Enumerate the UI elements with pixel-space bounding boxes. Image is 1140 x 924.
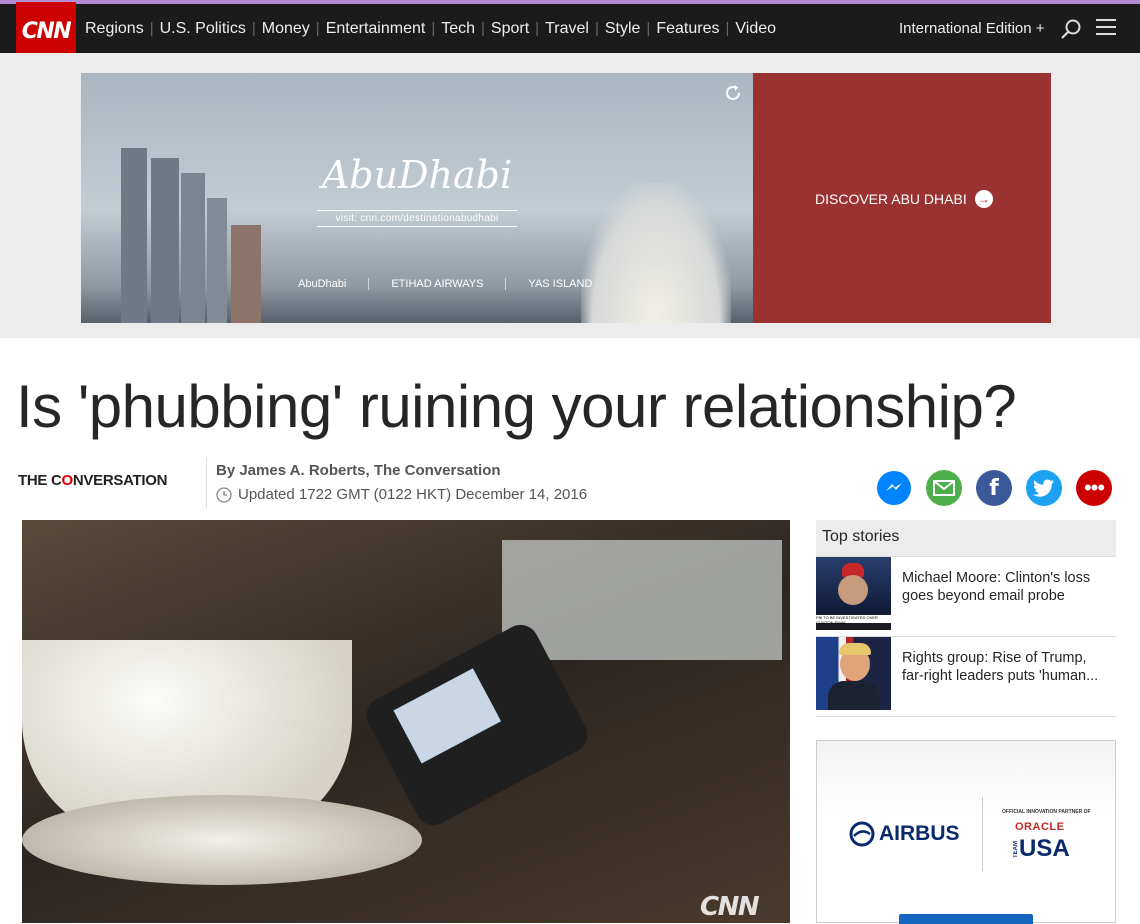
ad-visit-text: visit: cnn.com/destinationabudhabi <box>317 210 517 227</box>
nav-separator: | <box>725 20 730 37</box>
story-headline-link[interactable]: Rights group: Rise of Trump, far-right l… <box>902 649 1112 685</box>
ad-logo-yas: YAS ISLAND <box>528 278 593 290</box>
nav-separator: | <box>251 20 256 37</box>
ad-divider <box>982 797 983 871</box>
nav-link-features[interactable]: Features <box>656 20 719 38</box>
face-shape <box>838 575 868 605</box>
ad-partner-logos: AbuDhabi ETIHAD AIRWAYS YAS ISLAND <box>276 278 614 290</box>
article-byline: By James A. Roberts, The Conversation <box>216 462 501 479</box>
the-conversation-logo[interactable]: THE CONVERSATION <box>18 472 167 489</box>
twitter-icon[interactable] <box>1026 470 1062 506</box>
airbus-swirl-icon <box>849 821 875 847</box>
nav-links: Regions | U.S. Politics | Money | Entertain… <box>85 4 776 53</box>
discover-label: DISCOVER ABU DHABI <box>815 191 967 207</box>
nav-link-regions[interactable]: Regions <box>85 20 144 38</box>
updated-text: Updated 1722 GMT (0122 HKT) December 14,… <box>238 486 588 503</box>
article-timestamp: Updated 1722 GMT (0122 HKT) December 14,… <box>216 486 587 503</box>
airbus-oracle-ad[interactable]: AIRBUS OFFICIAL INNOVATION PARTNER OF OR… <box>816 740 1116 924</box>
top-stories-rail: Top stories FBI TO BE INVESTIGATED OVER … <box>816 520 1116 717</box>
nav-link-money[interactable]: Money <box>262 20 310 38</box>
nav-separator: | <box>535 20 540 37</box>
top-story-item[interactable]: FBI TO BE INVESTIGATED OVER CLINTON EMAI… <box>816 557 1116 637</box>
source-logo-part: THE C <box>18 472 62 489</box>
ad-logo-etihad: ETIHAD AIRWAYS <box>369 278 507 290</box>
arrow-right-icon: → <box>974 190 993 208</box>
nav-link-entertainment[interactable]: Entertainment <box>326 20 426 38</box>
discover-abu-dhabi-link[interactable]: DISCOVER ABU DHABI → <box>815 190 993 208</box>
ad-title: AbuDhabi <box>321 153 513 197</box>
messenger-icon[interactable] <box>876 470 912 506</box>
edition-selector[interactable]: International Edition + <box>899 4 1045 53</box>
story-thumbnail[interactable]: FBI TO BE INVESTIGATED OVER CLINTON EMAI… <box>816 557 891 630</box>
hair-shape <box>839 643 871 655</box>
cnn-logo-text: CNN <box>21 19 72 44</box>
airbus-logo: AIRBUS <box>849 821 960 847</box>
nav-separator: | <box>481 20 485 37</box>
article-hero-image[interactable]: CNN <box>22 520 790 923</box>
abu-dhabi-ad-image[interactable]: AbuDhabi visit: cnn.com/destinationabudh… <box>81 73 753 323</box>
email-icon[interactable] <box>926 470 962 506</box>
nav-separator: | <box>646 20 651 37</box>
nav-link-style[interactable]: Style <box>605 20 641 38</box>
team-usa-text: TEAMUSA <box>1013 835 1070 863</box>
meta-divider <box>206 458 207 508</box>
nav-link-tech[interactable]: Tech <box>441 20 475 38</box>
source-logo-part: NVERSATION <box>72 472 168 489</box>
nav-link-us-politics[interactable]: U.S. Politics <box>160 20 246 38</box>
airbus-text: AIRBUS <box>879 822 960 845</box>
more-options-icon[interactable]: ••• <box>1076 470 1112 506</box>
nav-link-sport[interactable]: Sport <box>491 20 529 38</box>
nav-link-travel[interactable]: Travel <box>545 20 589 38</box>
facebook-icon[interactable]: f <box>976 470 1012 506</box>
ad-visit-url: visit: cnn.com/destinationabudhabi <box>81 210 753 227</box>
saucer <box>22 795 422 885</box>
article-headline: Is 'phubbing' ruining your relationship? <box>16 373 1017 440</box>
usa-text: USA <box>1019 835 1070 862</box>
story-thumbnail[interactable] <box>816 637 891 710</box>
team-vertical-text: TEAM <box>1013 841 1019 859</box>
source-logo-o: O <box>61 472 74 489</box>
nav-separator: | <box>431 20 436 37</box>
clock-icon <box>216 486 232 503</box>
nav-separator: | <box>594 20 599 37</box>
oracle-partner-text: OFFICIAL INNOVATION PARTNER OF <box>1002 809 1091 815</box>
skyline-tower <box>231 225 261 323</box>
oracle-text: ORACLE <box>1015 821 1065 833</box>
top-story-item[interactable]: Rights group: Rise of Trump, far-right l… <box>816 637 1116 717</box>
nav-link-video[interactable]: Video <box>735 20 776 38</box>
nav-separator: | <box>315 20 320 37</box>
search-icon[interactable] <box>1060 18 1082 40</box>
story-headline-link[interactable]: Michael Moore: Clinton's loss goes beyon… <box>902 569 1112 605</box>
ad-cta-panel[interactable]: DISCOVER ABU DHABI → <box>753 73 1051 323</box>
cnn-watermark: CNN <box>700 892 760 922</box>
fountain-graphic <box>581 183 731 323</box>
thumbnail-caption: FBI TO BE INVESTIGATED OVER CLINTON EMAI… <box>816 615 891 625</box>
refresh-icon[interactable] <box>723 83 743 103</box>
background-window <box>502 540 782 660</box>
top-stories-heading: Top stories <box>816 520 1116 557</box>
hamburger-menu-icon[interactable] <box>1096 19 1116 37</box>
nav-separator: | <box>149 20 154 37</box>
ad-logo-abudhabi: AbuDhabi <box>276 278 370 290</box>
suit-shape <box>828 681 880 710</box>
top-navigation: Regions | U.S. Politics | Money | Entertain… <box>0 4 1140 53</box>
